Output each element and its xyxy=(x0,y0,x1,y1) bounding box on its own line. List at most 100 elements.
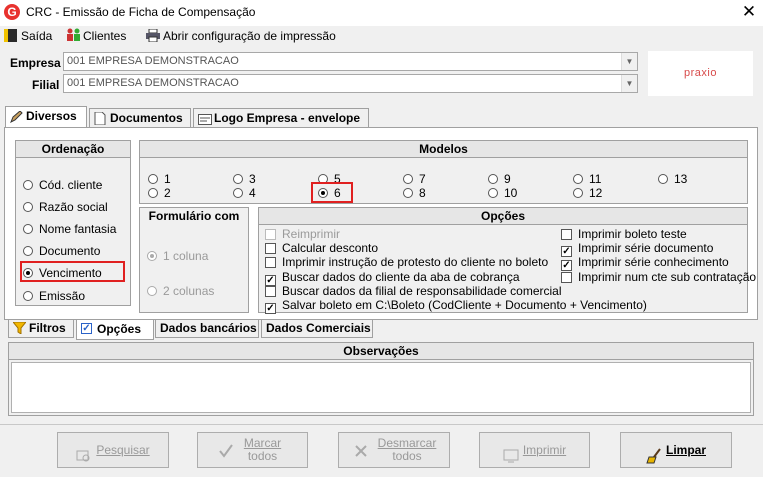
radio-modelo-4[interactable]: 4 xyxy=(233,186,256,200)
radio-icon xyxy=(233,174,243,184)
radio-modelo-13[interactable]: 13 xyxy=(658,172,687,186)
checkmark-icon: ✓ xyxy=(81,323,92,334)
checkmark-icon: ✓ xyxy=(265,303,276,314)
tab-diversos[interactable]: Diversos xyxy=(5,106,87,128)
radio-modelo-11[interactable]: 11 xyxy=(573,172,601,186)
formulario-title: Formulário com xyxy=(140,208,248,225)
radio-icon xyxy=(573,188,583,198)
cross-icon xyxy=(353,443,369,459)
window-title: CRC - Emissão de Ficha de Compensação xyxy=(26,5,256,19)
radio-razao-social[interactable]: Razão social xyxy=(23,200,108,214)
checkbox-icon xyxy=(265,257,276,268)
radio-icon xyxy=(573,174,583,184)
tab-documentos[interactable]: Documentos xyxy=(89,108,191,128)
menu-saida[interactable]: Saída xyxy=(4,28,52,44)
observacoes-textarea[interactable] xyxy=(11,362,751,413)
chevron-down-icon[interactable]: ▼ xyxy=(621,53,637,70)
radio-documento[interactable]: Documento xyxy=(23,244,100,258)
modelos-group: Modelos xyxy=(139,140,748,204)
title-bar: G CRC - Emissão de Ficha de Compensação … xyxy=(0,0,763,26)
radio-icon xyxy=(403,174,413,184)
search-icon xyxy=(76,443,92,462)
close-icon[interactable]: ✕ xyxy=(740,2,758,22)
radio-icon xyxy=(23,180,33,190)
radio-modelo-2[interactable]: 2 xyxy=(148,186,171,200)
checkbox-buscar-filial[interactable]: Buscar dados da filial de responsabilida… xyxy=(265,284,562,298)
radio-icon xyxy=(403,188,413,198)
highlight-modelo-6 xyxy=(311,182,353,203)
radio-2-colunas[interactable]: 2 colunas xyxy=(147,284,214,298)
tab-logo-empresa[interactable]: Logo Empresa - envelope xyxy=(193,108,369,128)
envelope-icon xyxy=(198,112,212,125)
checkbox-num-cte[interactable]: Imprimir num cte sub contratação xyxy=(561,270,756,284)
checkbox-icon xyxy=(265,229,276,240)
pesquisar-button[interactable]: Pesquisar xyxy=(57,432,169,468)
checkbox-icon xyxy=(265,243,276,254)
checkbox-icon xyxy=(561,229,572,240)
filial-label: Filial xyxy=(32,78,60,92)
checkbox-reimprimir[interactable]: Reimprimir xyxy=(265,227,340,241)
ordenacao-title: Ordenação xyxy=(16,141,130,158)
radio-icon xyxy=(488,174,498,184)
brand-logo: praxio xyxy=(648,51,753,96)
separator xyxy=(0,424,763,425)
checkbox-icon xyxy=(561,272,572,283)
radio-modelo-8[interactable]: 8 xyxy=(403,186,426,200)
opcoes-title: Opções xyxy=(259,208,747,225)
radio-icon xyxy=(23,202,33,212)
radio-icon xyxy=(23,246,33,256)
tab-opcoes[interactable]: ✓ Opções xyxy=(76,320,154,340)
radio-modelo-1[interactable]: 1 xyxy=(148,172,171,186)
tab-filtros[interactable]: Filtros xyxy=(8,320,74,338)
menu-clientes[interactable]: Clientes xyxy=(66,28,126,44)
radio-modelo-3[interactable]: 3 xyxy=(233,172,256,186)
highlight-vencimento xyxy=(20,261,125,282)
radio-modelo-12[interactable]: 12 xyxy=(573,186,602,200)
tab-dados-comerciais[interactable]: Dados Comerciais xyxy=(261,320,373,338)
people-icon xyxy=(66,28,80,41)
radio-icon xyxy=(233,188,243,198)
radio-emissao[interactable]: Emissão xyxy=(23,289,85,303)
radio-icon xyxy=(147,251,157,261)
monitor-icon xyxy=(503,443,519,463)
observacoes-title: Observações xyxy=(9,343,753,360)
radio-icon xyxy=(488,188,498,198)
modelos-title: Modelos xyxy=(140,141,747,158)
radio-cod-cliente[interactable]: Cód. cliente xyxy=(23,178,102,192)
broom-icon xyxy=(646,443,662,464)
printer-icon xyxy=(146,28,160,43)
tab-dados-bancarios[interactable]: Dados bancários xyxy=(155,320,259,338)
radio-modelo-10[interactable]: 10 xyxy=(488,186,517,200)
checkbox-instrucao-protesto[interactable]: Imprimir instrução de protesto do client… xyxy=(265,255,548,269)
document-icon xyxy=(94,111,107,126)
radio-nome-fantasia[interactable]: Nome fantasia xyxy=(23,222,116,236)
radio-icon xyxy=(23,224,33,234)
limpar-button[interactable]: Limpar xyxy=(620,432,732,468)
observacoes-group: Observações xyxy=(8,342,754,416)
app-logo-icon: G xyxy=(4,4,20,20)
door-exit-icon xyxy=(4,29,17,42)
imprimir-button[interactable]: Imprimir xyxy=(479,432,590,468)
check-icon xyxy=(218,443,234,459)
radio-icon xyxy=(148,188,158,198)
radio-icon xyxy=(147,286,157,296)
menu-bar: Saída Clientes Abrir configuração de imp… xyxy=(0,26,763,46)
menu-abrir-config[interactable]: Abrir configuração de impressão xyxy=(146,28,336,44)
radio-icon xyxy=(23,291,33,301)
checkbox-icon xyxy=(265,286,276,297)
radio-icon xyxy=(148,174,158,184)
desmarcar-todos-button[interactable]: Desmarcar todos xyxy=(338,432,450,468)
checkbox-calcular-desconto[interactable]: Calcular desconto xyxy=(265,241,378,255)
empresa-label: Empresa xyxy=(10,56,61,70)
chevron-down-icon[interactable]: ▼ xyxy=(621,75,637,92)
edit-icon xyxy=(10,110,23,124)
radio-modelo-9[interactable]: 9 xyxy=(488,172,511,186)
checkbox-boleto-teste[interactable]: Imprimir boleto teste xyxy=(561,227,687,241)
empresa-select[interactable]: 001 EMPRESA DEMONSTRACAO ▼ xyxy=(63,52,638,71)
filial-select[interactable]: 001 EMPRESA DEMONSTRACAO ▼ xyxy=(63,74,638,93)
marcar-todos-button[interactable]: Marcar todos xyxy=(197,432,308,468)
radio-modelo-7[interactable]: 7 xyxy=(403,172,426,186)
checkbox-salvar-boleto[interactable]: ✓ Salvar boleto em C:\Boleto (CodCliente … xyxy=(265,298,647,314)
radio-1-coluna[interactable]: 1 coluna xyxy=(147,249,208,263)
checkbox-serie-conhecimento[interactable]: ✓ Imprimir série conhecimento xyxy=(561,255,729,271)
